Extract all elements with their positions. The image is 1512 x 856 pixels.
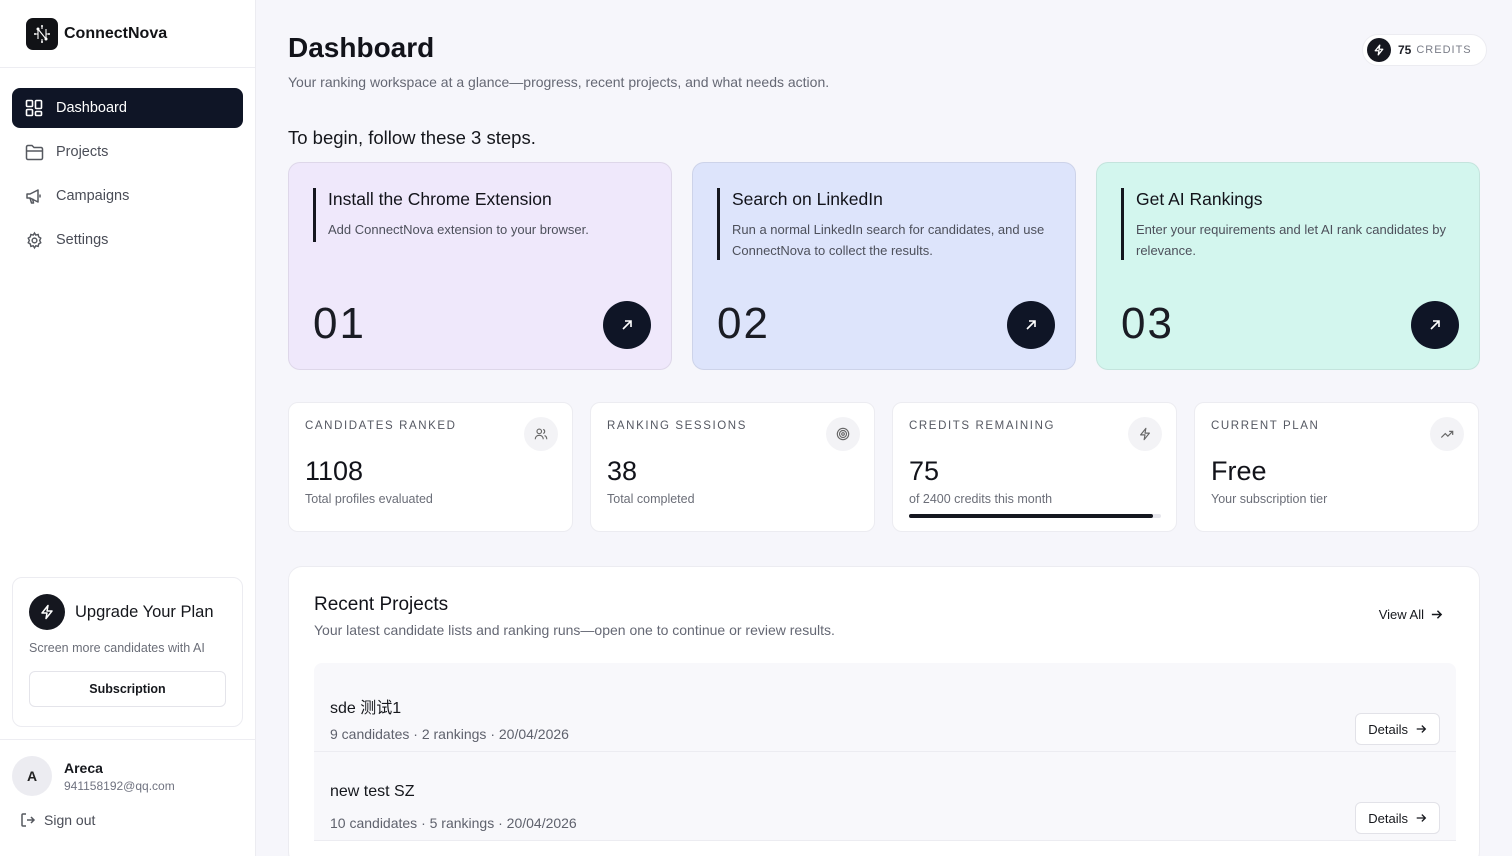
arrow-up-right-icon — [622, 320, 632, 330]
stat-label: CREDITS REMAINING — [909, 420, 1056, 432]
stat-subtext: Total completed — [607, 492, 695, 506]
gear-icon — [24, 230, 44, 250]
upgrade-title: Upgrade Your Plan — [75, 602, 214, 621]
step-title: Install the Chrome Extension — [328, 189, 552, 209]
user-profile[interactable]: A Areca 941158192@qq.com — [12, 756, 175, 796]
project-meta: 9 candidates · 2 rankings · 20/04/2026 — [330, 726, 569, 742]
view-all-label: View All — [1378, 607, 1424, 622]
stat-card-plan: CURRENT PLAN Free Your subscription tier — [1194, 402, 1479, 532]
user-email: 941158192@qq.com — [64, 778, 175, 793]
sidebar-item-label: Campaigns — [56, 188, 130, 204]
step-description: Enter your requirements and let AI rank … — [1136, 222, 1447, 258]
page-subtitle: Your ranking workspace at a glance—progr… — [288, 74, 830, 90]
target-icon — [826, 417, 860, 451]
stat-subtext: of 2400 credits this month — [909, 492, 1053, 506]
sidebar-item-label: Settings — [56, 232, 109, 248]
step-card-2[interactable]: Search on LinkedIn Run a normal LinkedIn… — [692, 162, 1076, 370]
subscription-button[interactable]: Subscription — [29, 671, 226, 707]
stat-value: 75 — [909, 456, 940, 486]
sidebar-nav: Dashboard Projects Campaigns Settings — [12, 88, 243, 264]
arrow-up-right-icon — [1430, 320, 1440, 330]
stat-label: RANKING SESSIONS — [607, 420, 747, 432]
sidebar-item-projects[interactable]: Projects — [12, 132, 243, 172]
step-open-button[interactable] — [1411, 301, 1459, 349]
details-button[interactable]: Details — [1355, 802, 1440, 834]
credits-progress-fill — [909, 514, 1154, 518]
upgrade-card: Upgrade Your Plan Screen more candidates… — [12, 577, 243, 727]
sidebar-item-settings[interactable]: Settings — [12, 220, 243, 260]
bolt-icon — [1128, 417, 1162, 451]
project-name: new test SZ — [330, 783, 415, 800]
step-open-button[interactable] — [603, 301, 651, 349]
credits-count: 75 — [1398, 43, 1412, 57]
stat-label: CURRENT PLAN — [1211, 420, 1320, 432]
stat-card-candidates: CANDIDATES RANKED 1108 Total profiles ev… — [288, 402, 573, 532]
project-row[interactable]: sde 测试1 9 candidates · 2 rankings · 20/0… — [314, 663, 1456, 752]
folder-icon — [24, 142, 44, 162]
network-logo-icon — [26, 17, 58, 50]
project-list: sde 测试1 9 candidates · 2 rankings · 20/0… — [314, 663, 1456, 841]
step-open-button[interactable] — [1007, 301, 1055, 349]
step-accent-bar — [1121, 188, 1124, 260]
upgrade-description: Screen more candidates with AI — [29, 641, 205, 655]
sign-out-button[interactable]: Sign out — [20, 812, 95, 828]
stat-label: CANDIDATES RANKED — [305, 420, 457, 432]
trend-icon — [1430, 417, 1464, 451]
bolt-icon — [1367, 38, 1391, 62]
step-title: Get AI Rankings — [1136, 189, 1263, 209]
step-card-3[interactable]: Get AI Rankings Enter your requirements … — [1096, 162, 1480, 370]
stat-value: 1108 — [305, 456, 364, 486]
sidebar-item-label: Dashboard — [56, 100, 127, 116]
divider — [0, 739, 256, 740]
arrow-up-right-icon — [1026, 320, 1036, 330]
arrow-right-icon — [1415, 812, 1427, 824]
sidebar-item-label: Projects — [56, 144, 109, 160]
step-accent-bar — [313, 188, 316, 242]
sidebar-item-campaigns[interactable]: Campaigns — [12, 176, 243, 216]
view-all-link[interactable]: View All — [1379, 607, 1443, 622]
project-name: sde 测试1 — [330, 700, 402, 717]
step-description: Run a normal LinkedIn search for candida… — [732, 222, 1045, 258]
credits-progress-bar — [909, 514, 1161, 518]
step-number: 03 — [1121, 299, 1174, 348]
sidebar-item-dashboard[interactable]: Dashboard — [12, 88, 243, 128]
details-button[interactable]: Details — [1355, 713, 1440, 745]
steps-heading: To begin, follow these 3 steps. — [288, 127, 536, 148]
megaphone-icon — [24, 186, 44, 206]
step-title: Search on LinkedIn — [732, 189, 883, 209]
brand-name: ConnectNova — [64, 24, 168, 42]
stat-subtext: Total profiles evaluated — [305, 492, 433, 506]
recent-projects-subtitle: Your latest candidate lists and ranking … — [314, 622, 835, 638]
stat-card-sessions: RANKING SESSIONS 38 Total completed — [590, 402, 875, 532]
project-row[interactable]: new test SZ 10 candidates · 5 rankings ·… — [314, 752, 1456, 841]
page-title: Dashboard — [288, 32, 435, 63]
credits-badge[interactable]: 75 CREDITS — [1362, 34, 1487, 66]
stat-subtext: Your subscription tier — [1211, 492, 1328, 506]
credits-label: CREDITS — [1416, 44, 1472, 56]
details-label: Details — [1368, 721, 1408, 737]
logout-icon — [20, 812, 36, 828]
sidebar: ConnectNova Dashboard Projects Campaigns… — [0, 0, 256, 856]
users-icon — [524, 417, 558, 451]
grid-icon — [24, 98, 44, 118]
stat-card-credits: CREDITS REMAINING 75 of 2400 credits thi… — [892, 402, 1177, 532]
project-meta: 10 candidates · 5 rankings · 20/04/2026 — [330, 815, 577, 831]
avatar: A — [12, 756, 52, 796]
user-name: Areca — [64, 759, 103, 776]
details-label: Details — [1368, 810, 1408, 826]
arrow-right-icon — [1415, 723, 1427, 735]
recent-projects-title: Recent Projects — [314, 594, 449, 615]
recent-projects-panel: Recent Projects Your latest candidate li… — [288, 566, 1480, 856]
sign-out-label: Sign out — [44, 812, 96, 828]
step-card-1[interactable]: Install the Chrome Extension Add Connect… — [288, 162, 672, 370]
brand-header[interactable]: ConnectNova — [0, 0, 255, 68]
bolt-icon — [29, 594, 65, 630]
stat-value: 38 — [607, 456, 638, 486]
step-number: 02 — [717, 299, 770, 348]
stat-value: Free — [1211, 456, 1267, 486]
step-accent-bar — [717, 188, 720, 260]
step-description: Add ConnectNova extension to your browse… — [328, 222, 589, 237]
step-number: 01 — [313, 299, 366, 348]
arrow-right-icon — [1430, 608, 1443, 621]
